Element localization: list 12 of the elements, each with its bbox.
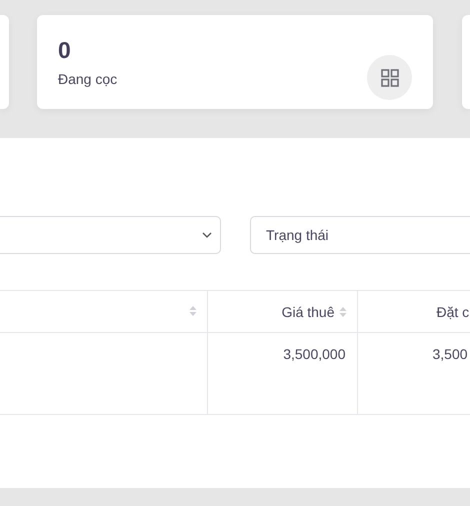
chevron-down-icon: [202, 232, 212, 238]
table-cell: 3,500,000: [283, 346, 346, 362]
grid-icon: [367, 55, 412, 100]
stat-label: Đang cọc: [58, 71, 118, 87]
select-field[interactable]: [0, 216, 221, 254]
table-cell: 3,500: [432, 346, 468, 362]
sort-icon[interactable]: [338, 306, 346, 318]
sort-icon[interactable]: [188, 304, 196, 316]
status-field[interactable]: Trạng thái: [250, 216, 470, 254]
stat-value: 0: [58, 37, 71, 63]
column-header[interactable]: Giá thuê: [282, 304, 334, 320]
column-header[interactable]: Đặt c: [436, 304, 470, 320]
